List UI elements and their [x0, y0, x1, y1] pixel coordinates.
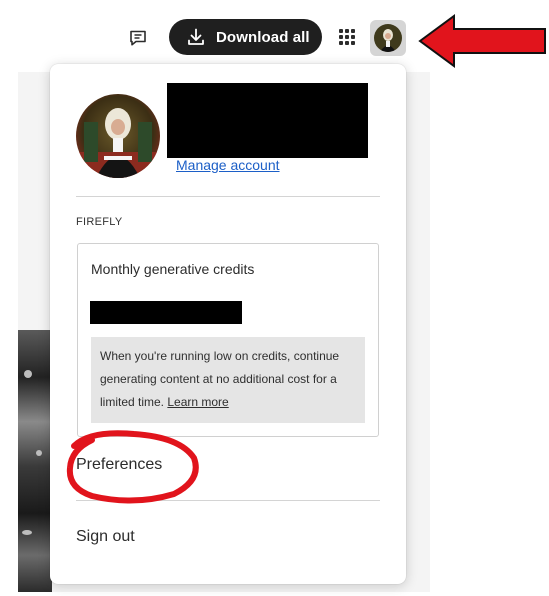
top-bar: Download all [0, 0, 549, 72]
divider [76, 196, 380, 197]
download-icon [186, 27, 206, 47]
redacted-account-name [167, 83, 368, 158]
account-avatar-button[interactable] [370, 20, 406, 56]
credits-title: Monthly generative credits [91, 261, 255, 277]
redacted-credits-value [90, 301, 242, 324]
download-all-label: Download all [216, 28, 310, 46]
background-photo-thumbnail [18, 330, 52, 592]
download-all-button[interactable]: Download all [169, 19, 322, 55]
manage-account-link[interactable]: Manage account [176, 157, 280, 173]
account-menu: Manage account FIREFLY Monthly generativ… [50, 64, 406, 584]
profile-avatar [76, 94, 160, 178]
learn-more-link[interactable]: Learn more [167, 395, 228, 409]
apps-grid-icon [337, 27, 357, 47]
menu-item-preferences[interactable]: Preferences [76, 456, 162, 474]
generative-credits-card: Monthly generative credits When you're r… [77, 243, 379, 437]
divider [76, 500, 380, 501]
apps-button[interactable] [336, 26, 358, 48]
menu-item-sign-out[interactable]: Sign out [76, 528, 135, 546]
credits-info-note: When you're running low on credits, cont… [91, 337, 365, 423]
feedback-button[interactable] [124, 24, 152, 52]
user-avatar [374, 24, 402, 52]
section-label-firefly: FIREFLY [76, 216, 123, 228]
annotation-arrow [418, 14, 546, 68]
message-icon [128, 28, 148, 48]
